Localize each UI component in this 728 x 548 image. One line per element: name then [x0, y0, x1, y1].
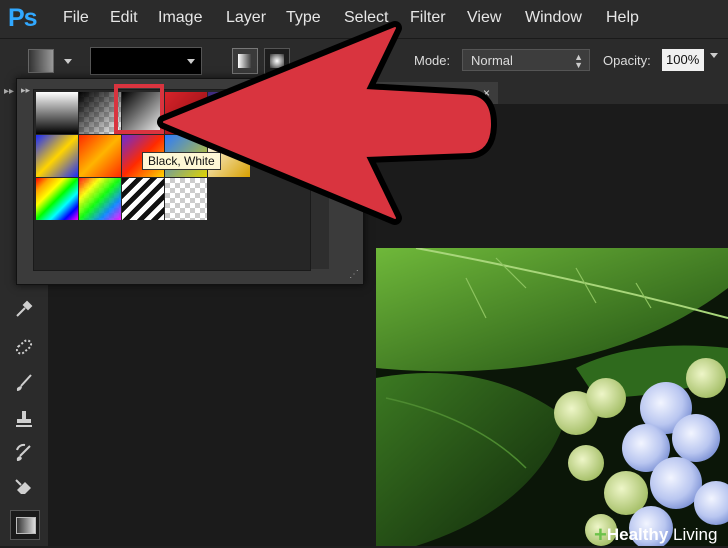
collapse-icon[interactable]: ▸▸ [4, 86, 14, 97]
history-brush-icon[interactable] [10, 442, 38, 470]
gradient-picker-button[interactable] [90, 47, 202, 75]
menu-bar: Ps File Edit Image Layer Type Select Fil… [0, 0, 728, 38]
opacity-label: Opacity: [603, 53, 651, 68]
canvas-photo[interactable] [376, 248, 728, 546]
radial-gradient-button[interactable] [264, 48, 290, 74]
eyedropper-icon[interactable] [10, 298, 38, 326]
opacity-input[interactable]: 100% [662, 49, 704, 71]
menu-edit[interactable]: Edit [110, 9, 138, 27]
gradient-swatch[interactable] [36, 92, 78, 134]
watermark-bold: Healthy [606, 525, 669, 544]
mode-select[interactable]: Normal ▲ ▼ [462, 49, 590, 71]
close-icon[interactable]: × [483, 82, 490, 104]
eraser-icon[interactable] [10, 476, 38, 504]
updown-arrows-icon: ▲ ▼ [574, 52, 583, 70]
menu-help[interactable]: Help [606, 9, 639, 27]
gradient-tool-swatch [16, 517, 36, 534]
photoshop-logo: Ps [8, 4, 38, 32]
gradient-swatch[interactable] [79, 135, 121, 177]
brush-icon[interactable] [10, 372, 38, 400]
gradient-swatch[interactable] [36, 178, 78, 220]
watermark-light: Living [673, 525, 718, 544]
menu-image[interactable]: Image [158, 9, 202, 27]
chevron-down-icon[interactable] [64, 59, 72, 64]
gradient-swatch[interactable] [165, 178, 207, 220]
chevron-down-icon[interactable] [187, 59, 195, 64]
linear-gradient-icon [238, 54, 252, 68]
hydrangea-image [376, 248, 728, 546]
options-bar: Mode: Normal ▲ ▼ Opacity: 100% [0, 38, 728, 83]
plus-icon: + [594, 522, 607, 547]
linear-gradient-button[interactable] [232, 48, 258, 74]
clone-stamp-icon[interactable] [10, 408, 38, 436]
scrollbar[interactable] [311, 89, 329, 269]
gradient-icon[interactable] [10, 510, 40, 540]
resize-grip-icon[interactable]: ⋰ [349, 269, 359, 280]
menu-view[interactable]: View [467, 9, 501, 27]
healing-brush-icon[interactable] [10, 336, 38, 364]
gradient-swatch-grid [33, 89, 311, 271]
menu-select[interactable]: Select [344, 9, 388, 27]
menu-filter[interactable]: Filter [410, 9, 446, 27]
selected-gradient-highlight [114, 84, 164, 134]
mode-label: Mode: [414, 53, 451, 68]
menu-file[interactable]: File [63, 9, 89, 27]
mode-value: Normal [471, 53, 513, 68]
chevron-down-icon[interactable] [710, 53, 718, 58]
gradient-swatch[interactable] [79, 178, 121, 220]
menu-type[interactable]: Type [286, 9, 321, 27]
gradient-tooltip: Black, White [142, 152, 221, 170]
panel-menu-icon[interactable]: ▸▸ [21, 85, 30, 96]
gradient-swatch[interactable] [36, 135, 78, 177]
radial-gradient-icon [270, 54, 284, 68]
gradient-swatch[interactable] [122, 178, 164, 220]
document-tab[interactable]: ack(8) * × [348, 82, 498, 104]
watermark: +Healthy Living [594, 522, 717, 548]
gradient-swatch[interactable] [208, 92, 250, 134]
menu-window[interactable]: Window [525, 9, 582, 27]
menu-layer[interactable]: Layer [226, 9, 266, 27]
gradient-swatch[interactable] [165, 92, 207, 134]
gradient-picker-popup: ▸▸ ⋰ [16, 78, 364, 285]
tool-preset-picker[interactable] [28, 49, 54, 73]
